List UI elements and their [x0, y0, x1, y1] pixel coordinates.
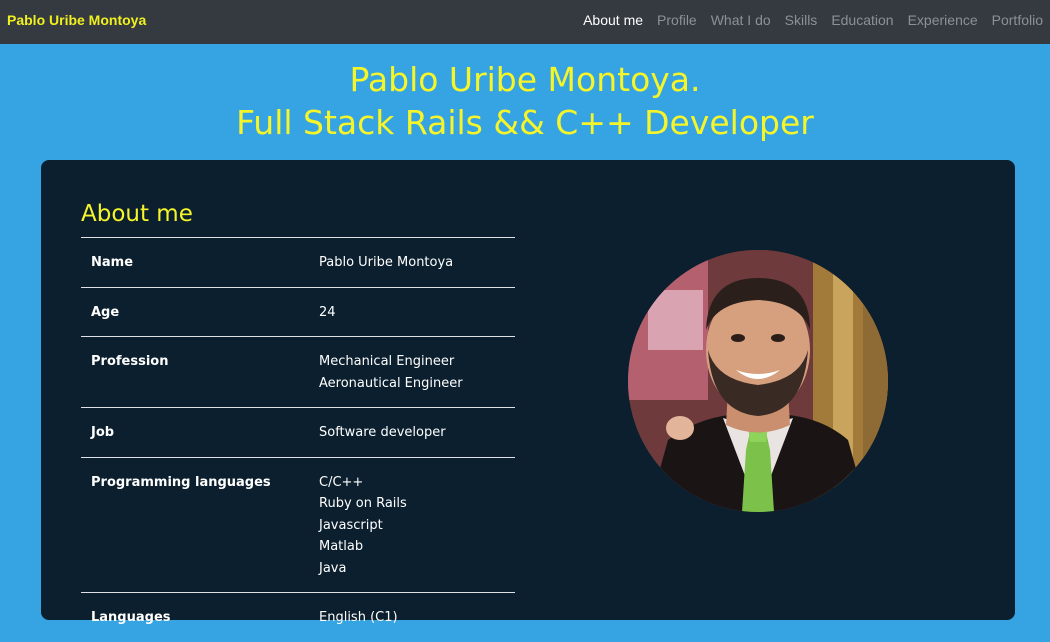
- value-line: 24: [319, 304, 336, 320]
- row-key: Programming languages: [81, 456, 309, 593]
- nav-link-about-me[interactable]: About me: [583, 12, 643, 28]
- nav-links: About me Profile What I do Skills Educat…: [583, 12, 1043, 28]
- row-value: English (C1): [309, 592, 515, 642]
- value-line: English (C1): [319, 610, 398, 625]
- value-line: Java: [319, 560, 347, 576]
- row-key: Languages: [81, 592, 309, 642]
- table-row: Name Pablo Uribe Montoya: [81, 237, 515, 287]
- row-key: Age: [81, 286, 309, 337]
- row-value: Mechanical Engineer Aeronautical Enginee…: [309, 336, 515, 408]
- row-value: C/C++ Ruby on Rails Javascript Matlab Ja…: [309, 456, 515, 593]
- about-card: About me Name Pablo Uribe Montoya Age 24…: [41, 160, 1015, 642]
- value-line: Aeronautical Engineer: [319, 375, 463, 391]
- nav-link-profile[interactable]: Profile: [657, 12, 697, 28]
- profile-photo: [628, 250, 888, 512]
- profile-photo-illustration: [628, 250, 888, 512]
- row-key: Job: [81, 407, 309, 457]
- table-row: Programming languages C/C++ Ruby on Rail…: [81, 456, 515, 593]
- section-title: About me: [81, 201, 193, 227]
- navbar-brand[interactable]: Pablo Uribe Montoya: [7, 12, 146, 28]
- table-row: Age 24: [81, 286, 515, 337]
- row-value: Software developer: [309, 407, 515, 457]
- nav-link-skills[interactable]: Skills: [785, 12, 818, 28]
- row-value: Pablo Uribe Montoya: [309, 237, 515, 287]
- value-line: Ruby on Rails: [319, 496, 407, 511]
- about-table: Name Pablo Uribe Montoya Age 24 Professi…: [81, 237, 515, 642]
- row-key: Profession: [81, 336, 309, 408]
- nav-link-portfolio[interactable]: Portfolio: [992, 12, 1043, 28]
- nav-link-experience[interactable]: Experience: [908, 12, 978, 28]
- value-line: Javascript: [319, 517, 383, 533]
- value-line: Mechanical Engineer: [319, 354, 455, 369]
- nav-link-education[interactable]: Education: [831, 12, 893, 28]
- value-line: Pablo Uribe Montoya: [319, 255, 454, 270]
- hero-heading: Pablo Uribe Montoya. Full Stack Rails &&…: [0, 58, 1050, 144]
- table-row: Job Software developer: [81, 407, 515, 457]
- table-row: Languages English (C1): [81, 592, 515, 642]
- hero-tagline: Full Stack Rails && C++ Developer: [236, 103, 814, 142]
- nav-link-what-i-do[interactable]: What I do: [711, 12, 771, 28]
- value-line: C/C++: [319, 474, 364, 490]
- top-navbar: Pablo Uribe Montoya About me Profile Wha…: [0, 0, 1050, 44]
- row-value: 24: [309, 286, 515, 337]
- table-row: Profession Mechanical Engineer Aeronauti…: [81, 336, 515, 408]
- value-line: Matlab: [319, 539, 364, 554]
- hero-name: Pablo Uribe Montoya.: [349, 60, 701, 99]
- value-line: Software developer: [319, 425, 446, 440]
- row-key: Name: [81, 237, 309, 287]
